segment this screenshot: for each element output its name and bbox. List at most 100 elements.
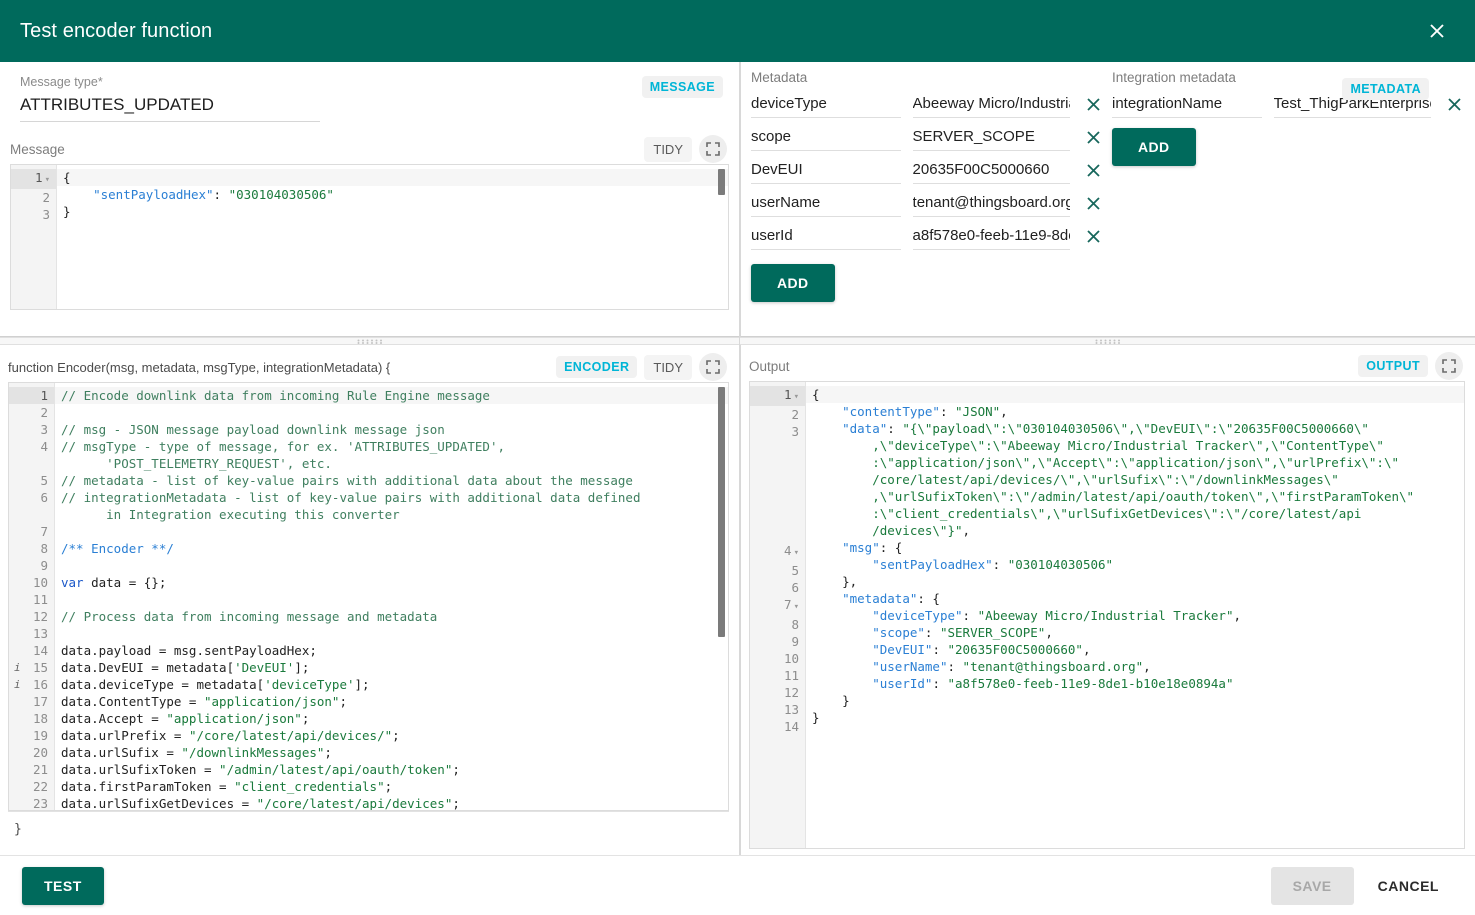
code-token: // Process data from incoming message an… xyxy=(61,609,438,624)
message-type-label: Message type* xyxy=(20,75,103,89)
code-token: ]; xyxy=(294,660,310,675)
code-line: data.urlSufixGetDevices = "/core/latest/… xyxy=(55,795,728,810)
fold-arrow-icon[interactable]: ▾ xyxy=(794,602,799,612)
delete-row-icon[interactable] xyxy=(1082,192,1104,214)
delete-row-icon[interactable] xyxy=(1082,126,1104,148)
metadata-key-input[interactable] xyxy=(751,223,901,250)
fold-arrow-icon[interactable]: ▾ xyxy=(794,392,799,402)
line-number xyxy=(9,455,54,472)
code-line: "DevEUI": "20635F00C5000660", xyxy=(806,641,1464,658)
right-vertical-splitter[interactable] xyxy=(740,337,1475,345)
message-tidy-button[interactable]: TIDY xyxy=(644,136,692,162)
code-line: 'POST_TELEMETRY_REQUEST', etc. xyxy=(55,455,728,472)
delete-row-icon[interactable] xyxy=(1082,93,1104,115)
code-token: : xyxy=(924,625,940,640)
message-editor-code[interactable]: { "sentPayloadHex": "030104030506"} xyxy=(57,165,728,309)
metadata-key-input[interactable] xyxy=(751,124,901,151)
integration-metadata-add-button[interactable]: ADD xyxy=(1112,128,1196,166)
message-chip[interactable]: MESSAGE xyxy=(641,76,723,98)
line-number: 2 xyxy=(40,405,48,420)
message-type-input[interactable] xyxy=(20,90,320,122)
code-token: , xyxy=(1143,659,1151,674)
code-token: { xyxy=(63,170,71,185)
fullscreen-icon[interactable] xyxy=(699,353,727,381)
code-token: , xyxy=(1082,642,1091,657)
code-token: data.urlSufixGetDevices = xyxy=(61,796,257,810)
code-line: data.ContentType = "application/json"; xyxy=(55,693,728,710)
message-editor-vscrollbar[interactable] xyxy=(717,169,726,305)
delete-row-icon[interactable] xyxy=(1443,93,1465,115)
fold-arrow-icon[interactable]: ▾ xyxy=(794,548,799,558)
code-token: 'deviceType' xyxy=(264,677,355,692)
code-token: /devices\"}" xyxy=(812,523,963,538)
line-number: 2 xyxy=(42,190,50,205)
metadata-key-input[interactable] xyxy=(751,157,901,184)
left-vertical-splitter[interactable] xyxy=(0,337,739,345)
code-token: "metadata" xyxy=(842,591,918,606)
message-editor-label: Message xyxy=(10,141,65,157)
code-token: // msg - JSON message payload downlink m… xyxy=(61,422,445,437)
line-number: 22 xyxy=(32,779,48,794)
code-token: "a8f578e0-feeb-11e9-8de1-b10e18e0894a" xyxy=(947,676,1234,691)
code-token: ,\"deviceType\":\"Abeeway Micro/Industri… xyxy=(812,438,1384,453)
code-token: "msg" xyxy=(842,540,880,555)
encoder-code-editor[interactable]: 1234 56 7 8 9 10 11 12 13 14 i 15 i 16 17 18 19 20 21 22 2… xyxy=(8,382,729,811)
output-editor-code[interactable]: { "contentType": "JSON", "data": "{\"pay… xyxy=(806,382,1464,848)
code-token: "030104030506" xyxy=(228,187,334,202)
encoder-editor-header: function Encoder(msg, metadata, msgType,… xyxy=(8,352,729,382)
metadata-add-button[interactable]: ADD xyxy=(751,264,835,302)
code-token: "/core/latest/api/devices/" xyxy=(188,728,393,743)
line-number: 10 xyxy=(32,575,48,590)
cancel-button[interactable]: CANCEL xyxy=(1364,867,1453,905)
code-token: "sentPayloadHex" xyxy=(872,557,993,572)
metadata-value-input[interactable] xyxy=(912,223,1071,250)
code-token: // Encode downlink data from incoming Ru… xyxy=(61,388,490,403)
code-line: "msg": { xyxy=(806,539,1464,556)
code-line: { xyxy=(57,169,728,186)
save-button[interactable]: SAVE xyxy=(1270,866,1354,905)
encoder-editor-vscrollbar[interactable] xyxy=(717,387,726,806)
delete-row-icon[interactable] xyxy=(1082,225,1104,247)
metadata-key-input[interactable] xyxy=(751,91,901,118)
line-number: 14 xyxy=(783,719,799,734)
delete-row-icon[interactable] xyxy=(1082,159,1104,181)
code-line: // Encode downlink data from incoming Ru… xyxy=(55,387,728,404)
metadata-key-input[interactable] xyxy=(751,190,901,217)
encoder-function-closing: } xyxy=(8,811,729,855)
code-token: ; xyxy=(324,745,332,760)
test-button[interactable]: TEST xyxy=(22,866,104,905)
code-token: ,\"urlSufixToken\":\"/admin/latest/api/o… xyxy=(812,489,1415,504)
code-token: "scope" xyxy=(872,625,925,640)
code-token: : { xyxy=(879,540,903,555)
code-token: , xyxy=(1233,608,1241,623)
metadata-value-input[interactable] xyxy=(912,124,1071,151)
code-token: data.DevEUI = metadata[ xyxy=(61,660,235,675)
metadata-value-input[interactable] xyxy=(912,157,1071,184)
line-number: 8 xyxy=(40,541,48,556)
code-line: in Integration executing this converter xyxy=(55,506,728,523)
line-number: 13 xyxy=(32,626,48,641)
metadata-value-input[interactable] xyxy=(912,91,1071,118)
fullscreen-icon[interactable] xyxy=(1435,352,1463,380)
metadata-key-input[interactable] xyxy=(1112,91,1262,118)
line-number: 2 xyxy=(791,407,799,422)
fold-arrow-icon[interactable]: ▾ xyxy=(45,175,50,185)
code-token: :\"application/json\",\"Accept\":\"appli… xyxy=(812,455,1399,470)
close-icon[interactable] xyxy=(1421,15,1453,47)
metadata-value-input[interactable] xyxy=(912,190,1071,217)
dialog-body: Message type* MESSAGE Message TIDY xyxy=(0,62,1475,855)
encoder-chip[interactable]: ENCODER xyxy=(556,356,638,378)
encoder-editor-code[interactable]: // Encode downlink data from incoming Ru… xyxy=(55,383,728,810)
encoder-tidy-button[interactable]: TIDY xyxy=(644,354,692,380)
output-chip[interactable]: OUTPUT xyxy=(1358,355,1428,377)
line-number xyxy=(750,491,805,508)
message-code-editor[interactable]: 1 ▾ 2 3 { "sentPayloadHex": "030104030506"} xyxy=(10,164,729,310)
metadata-chip[interactable]: METADATA xyxy=(1342,78,1429,100)
output-code-editor[interactable]: 1 ▾ 2 3 4 ▾ 5 6 7 ▾ 8 9 10 11 12 13 14 { "contentType":… xyxy=(749,381,1465,849)
fullscreen-icon[interactable] xyxy=(699,135,727,163)
output-editor-label: Output xyxy=(749,358,790,374)
